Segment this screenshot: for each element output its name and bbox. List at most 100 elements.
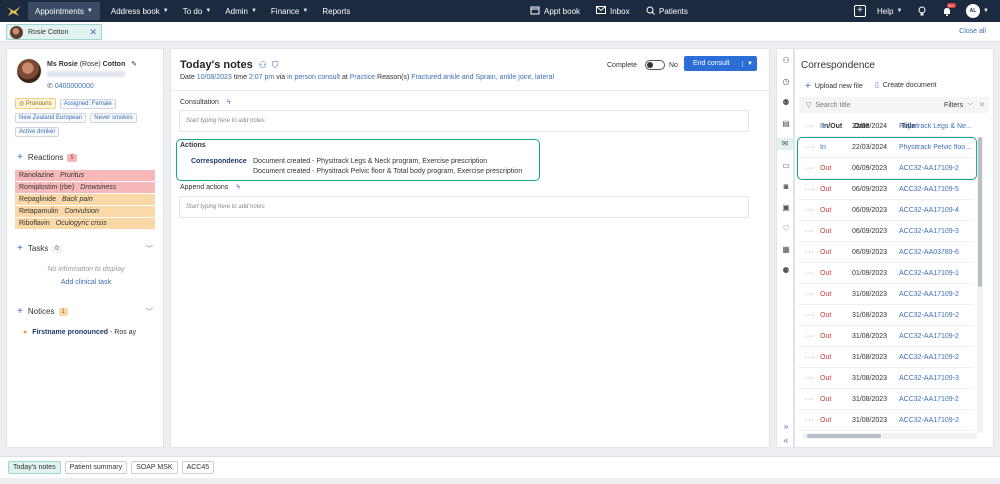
nav-reports[interactable]: Reports (315, 0, 357, 22)
tasks-header[interactable]: + Tasks 0 ﹀ (17, 243, 155, 254)
users-search-icon[interactable]: ⚇ (780, 55, 792, 67)
chevron-down-icon[interactable]: ﹀ (146, 307, 153, 317)
row-title-link[interactable]: ACC32-AA17109-3 (899, 375, 974, 382)
mail-icon[interactable]: ✉ (777, 138, 793, 150)
plus-icon[interactable]: + (17, 152, 23, 162)
end-consult-button[interactable]: End consult ▼ (684, 56, 757, 71)
patient-tab[interactable]: Rosie Cotton ✕ (6, 24, 102, 40)
reaction-item[interactable]: Retapamulin Convulsion (15, 206, 155, 217)
plus-icon[interactable]: + (17, 243, 23, 253)
edit-icon[interactable]: ✎ (131, 61, 137, 68)
reactions-header[interactable]: + Reactions 5 (17, 152, 77, 162)
briefcase-icon[interactable]: ▣ (780, 202, 792, 214)
more-options-icon[interactable]: ··· (798, 207, 820, 214)
row-title-link[interactable]: ACC32-AA17109-3 (899, 228, 974, 235)
group-icon[interactable]: ⚈ (780, 265, 792, 277)
table-row[interactable]: ··· Out 31/08/2023 ACC32-AA17109-2 (798, 284, 974, 305)
close-icon[interactable]: ✕ (89, 27, 97, 38)
tab-soap-msk[interactable]: SOAP MSK (131, 461, 178, 474)
chevron-down-icon[interactable]: ﹀ (146, 244, 153, 254)
note-reasons[interactable]: Fractured ankle and Sprain, ankle joint,… (411, 74, 554, 81)
reaction-item[interactable]: Riboflavin Oculogyric crisis (15, 218, 155, 229)
tab-patient-summary[interactable]: Patient summary (64, 461, 128, 474)
nav-address-book[interactable]: Address book ▼ (104, 0, 176, 22)
complete-toggle[interactable] (644, 60, 665, 70)
table-row[interactable]: ··· Out 31/08/2023 ACC32-AA17109-2 (798, 410, 974, 431)
close-icon[interactable]: ✕ (979, 101, 985, 109)
expand-icon[interactable]: » (780, 421, 792, 433)
scrollbar-thumb[interactable] (807, 434, 881, 438)
row-title-link[interactable]: ACC32-AA17109-2 (899, 312, 974, 319)
note-time[interactable]: 2:07 pm (249, 74, 274, 81)
nav-inbox[interactable]: Inbox (596, 0, 630, 22)
drinking-badge[interactable]: Active drinker (15, 127, 60, 137)
close-all-link[interactable]: Close all (959, 28, 986, 35)
consultation-input[interactable]: Start typing here to add notes (179, 110, 749, 132)
row-title-link[interactable]: ACC32-AA17109-4 (899, 207, 974, 214)
table-row[interactable]: ··· Out 31/08/2023 ACC32-AA17109-2 (798, 326, 974, 347)
add-button[interactable]: + (854, 0, 866, 22)
note-via[interactable]: in person consult (287, 74, 340, 81)
nav-admin[interactable]: Admin ▼ (218, 0, 264, 22)
bell-icon[interactable]: 99+ (942, 0, 956, 22)
table-row[interactable]: ··· Out 31/08/2023 ACC32-AA17109-2 (798, 389, 974, 410)
table-row[interactable]: ··· Out 06/09/2023 ACC32-AA17109-3 (798, 221, 974, 242)
gender-badge[interactable]: Assigned: Female (59, 99, 116, 109)
table-row[interactable]: ··· Out 01/09/2023 ACC32-AA17109-1 (798, 263, 974, 284)
more-options-icon[interactable]: ··· (798, 396, 820, 403)
app-logo[interactable] (0, 0, 28, 22)
users-icon[interactable]: ⚇ (259, 60, 267, 71)
more-options-icon[interactable]: ··· (798, 375, 820, 382)
clipboard-icon[interactable]: ▤ (780, 118, 792, 130)
tab-acc45[interactable]: ACC45 (181, 461, 215, 474)
reaction-item[interactable]: Ranolazine Pruritus (15, 170, 155, 181)
phone-link[interactable]: ✆ 0400000000 (47, 82, 94, 90)
heart-icon[interactable]: ♡ (780, 223, 792, 235)
pronouns-badge[interactable]: ◎ Pronouns (15, 98, 56, 109)
nav-finance[interactable]: Finance ▼ (264, 0, 315, 22)
table-row[interactable]: ··· Out 06/09/2023 ACC32-AA17109-4 (798, 200, 974, 221)
row-title-link[interactable]: ACC32-AA17109-2 (899, 333, 974, 340)
table-row[interactable]: ··· Out 06/09/2023 ACC32-AA03789-6 (798, 242, 974, 263)
scrollbar-thumb[interactable] (978, 137, 982, 287)
nav-patients[interactable]: Patients (646, 0, 688, 22)
row-title-link[interactable]: ACC32-AA17109-2 (899, 354, 974, 361)
more-options-icon[interactable]: ··· (798, 228, 820, 235)
create-document-button[interactable]: ▯ Create document (875, 81, 937, 90)
notices-header[interactable]: + Notices 1 ﹀ (17, 306, 155, 317)
more-options-icon[interactable]: ··· (798, 333, 820, 340)
help-menu[interactable]: Help ▼ (877, 0, 902, 22)
filters-button[interactable]: Filters (944, 102, 963, 109)
notice-item[interactable]: ● Firstname pronounced - Ros ay (23, 329, 136, 336)
table-row[interactable]: ··· Out 31/08/2023 ACC32-AA17109-2 (798, 347, 974, 368)
row-title-link[interactable]: Physitrack Legs & Ne... (899, 123, 974, 130)
table-row[interactable]: ··· Out 06/09/2023 ACC32-AA17109-5 (798, 179, 974, 200)
more-options-icon[interactable]: ··· (798, 417, 820, 424)
chevron-down-icon[interactable]: ▼ (742, 60, 757, 67)
row-title-link[interactable]: ACC32-AA03789-6 (899, 249, 974, 256)
more-options-icon[interactable]: ··· (798, 354, 820, 361)
table-row[interactable]: ··· Out 31/08/2023 ACC32-AA17109-2 (798, 305, 974, 326)
camera-icon[interactable]: ◙ (780, 181, 792, 193)
nav-appointments[interactable]: Appointments ▼ (28, 2, 100, 20)
row-title-link[interactable]: ACC32-AA17109-2 (899, 291, 974, 298)
collapse-icon[interactable]: « (780, 435, 792, 447)
shield-icon[interactable]: ⛉ (272, 60, 279, 71)
nav-to-do[interactable]: To do ▼ (176, 0, 219, 22)
append-input[interactable]: Start typing here to add notes (179, 196, 749, 218)
more-options-icon[interactable]: ··· (798, 123, 820, 130)
people-icon[interactable]: ⚉ (780, 97, 792, 109)
calendar-icon[interactable]: ▦ (780, 244, 792, 256)
row-title-link[interactable]: ACC32-AA17109-1 (899, 270, 974, 277)
more-options-icon[interactable]: ··· (798, 291, 820, 298)
chevron-down-icon[interactable]: ﹀ (967, 101, 973, 110)
more-options-icon[interactable]: ··· (798, 270, 820, 277)
add-clinical-task-link[interactable]: Add clinical task (7, 279, 165, 286)
tab-todays-notes[interactable]: Today's notes (8, 461, 61, 474)
chat-icon[interactable]: ▭ (780, 160, 792, 172)
note-date[interactable]: 10/08/2023 (197, 74, 232, 81)
scrollbar-vertical[interactable] (977, 137, 983, 433)
note-location[interactable]: Practice (350, 74, 375, 81)
clock-icon[interactable]: ◷ (780, 76, 792, 88)
plus-icon[interactable]: + (17, 306, 23, 316)
